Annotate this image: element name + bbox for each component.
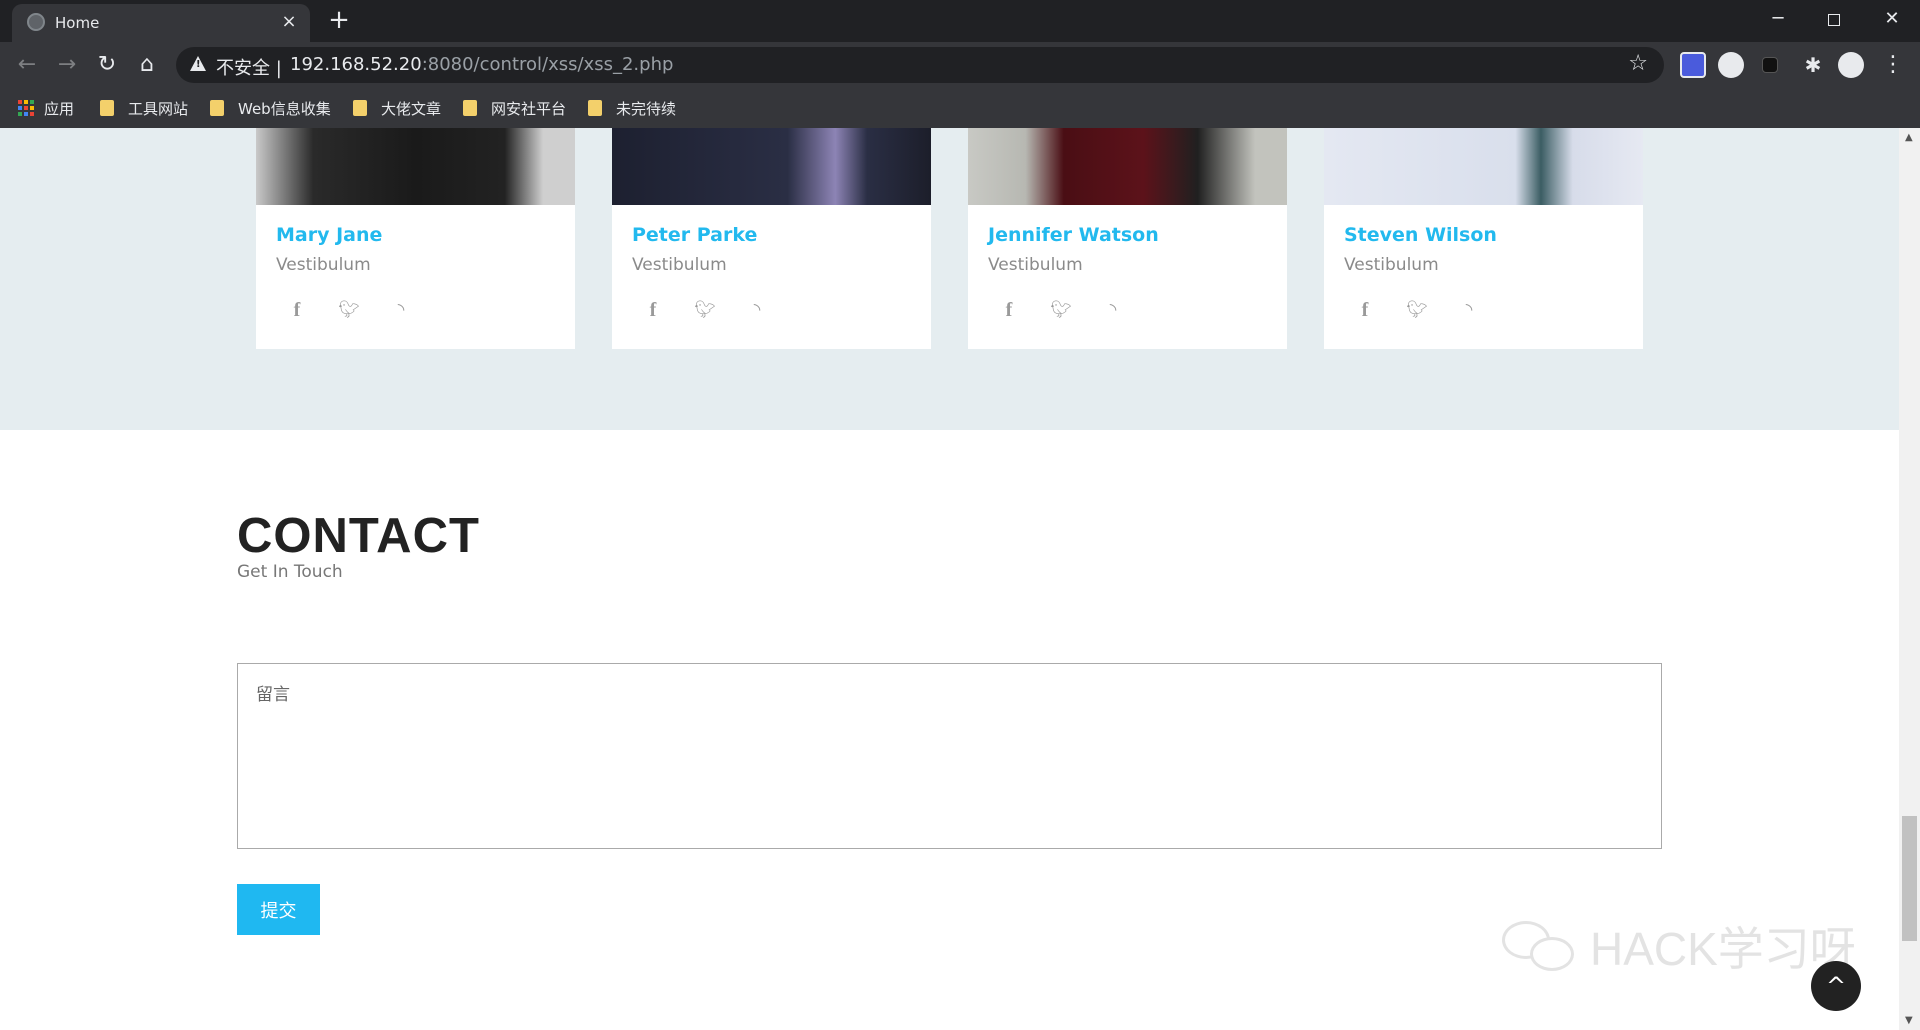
team-card: Peter Parke Vestibulum f 🐦︎ ◝ [612, 128, 931, 349]
member-name[interactable]: Steven Wilson [1344, 224, 1497, 246]
minimize-button[interactable]: ─ [1758, 4, 1798, 34]
facebook-icon[interactable]: f [996, 298, 1022, 322]
rss-icon[interactable]: ◝ [1100, 298, 1126, 322]
member-role: Vestibulum [988, 255, 1083, 275]
member-role: Vestibulum [276, 255, 371, 275]
url-path: :8080/control/xss/xss_2.php [421, 54, 674, 75]
globe-icon [27, 13, 45, 31]
bookmark-label: 未完待续 [616, 99, 677, 118]
twitter-icon[interactable]: 🐦︎ [692, 298, 718, 322]
team-section: Mary Jane Vestibulum f 🐦︎ ◝ Peter Parke … [0, 128, 1899, 430]
scroll-down-icon[interactable]: ▼ [1905, 1015, 1913, 1026]
twitter-icon[interactable]: 🐦︎ [1404, 298, 1430, 322]
twitter-icon[interactable]: 🐦︎ [1048, 298, 1074, 322]
tab-strip: Home × + ─ ✕ [0, 0, 1920, 42]
bookmark-label: 应用 [44, 99, 75, 118]
bookmark-folder[interactable]: 网安社平台 [463, 96, 566, 120]
back-button[interactable]: ← [12, 50, 42, 80]
team-card: Steven Wilson Vestibulum f 🐦︎ ◝ [1324, 128, 1643, 349]
contact-subtitle: Get In Touch [237, 562, 343, 582]
member-photo [256, 128, 575, 205]
bookmark-star-icon[interactable]: ☆ [1628, 51, 1648, 76]
browser-chrome: Home × + ─ ✕ ← → ↻ ⌂ 不安全 | 192.168.52.20… [0, 0, 1920, 128]
restore-button[interactable] [1814, 4, 1854, 34]
bookmark-label: 网安社平台 [491, 99, 567, 118]
profile-avatar-icon[interactable] [1838, 52, 1864, 78]
bookmark-label: 工具网站 [128, 99, 189, 118]
bookmarks-bar: 应用 工具网站 Web信息收集 大佬文章 网安社平台 未完待续 [0, 92, 1920, 124]
close-tab-icon[interactable]: × [278, 11, 300, 33]
submit-button[interactable]: 提交 [237, 884, 320, 935]
watermark: HACK学习呀 [1500, 916, 1856, 976]
bookmark-folder[interactable]: Web信息收集 [210, 96, 331, 120]
tab-home[interactable]: Home × [12, 4, 310, 42]
extension-icon[interactable] [1680, 52, 1706, 78]
bookmark-label: 大佬文章 [381, 99, 442, 118]
member-photo [968, 128, 1287, 205]
contact-title: CONTACT [237, 509, 480, 563]
page-viewport: Mary Jane Vestibulum f 🐦︎ ◝ Peter Parke … [0, 128, 1899, 1030]
apps-grid-icon [18, 100, 34, 116]
bookmark-label: Web信息收集 [238, 99, 331, 118]
member-name[interactable]: Peter Parke [632, 224, 757, 246]
facebook-icon[interactable]: f [640, 298, 666, 322]
new-tab-button[interactable]: + [324, 6, 354, 36]
member-name[interactable]: Mary Jane [276, 224, 382, 246]
toolbar: ← → ↻ ⌂ 不安全 | 192.168.52.20:8080/control… [0, 42, 1920, 88]
scroll-up-icon[interactable]: ▲ [1905, 132, 1913, 143]
message-textarea[interactable] [237, 663, 1662, 849]
member-role: Vestibulum [1344, 255, 1439, 275]
reload-button[interactable]: ↻ [92, 50, 122, 80]
warning-icon [190, 56, 206, 71]
puzzle-icon[interactable]: ✱ [1800, 52, 1826, 78]
forward-button[interactable]: → [52, 50, 82, 80]
member-name[interactable]: Jennifer Watson [988, 224, 1159, 246]
folder-icon [100, 100, 114, 116]
twitter-icon[interactable]: 🐦︎ [336, 298, 362, 322]
team-card: Mary Jane Vestibulum f 🐦︎ ◝ [256, 128, 575, 349]
home-button[interactable]: ⌂ [132, 50, 162, 80]
bookmark-folder[interactable]: 未完待续 [588, 96, 676, 120]
url-text[interactable]: 192.168.52.20:8080/control/xss/xss_2.php [290, 54, 673, 75]
member-role: Vestibulum [632, 255, 727, 275]
bookmark-apps[interactable]: 应用 [18, 96, 74, 120]
tab-title: Home [55, 14, 100, 32]
address-bar[interactable]: 不安全 | 192.168.52.20:8080/control/xss/xss… [176, 47, 1664, 83]
rss-icon[interactable]: ◝ [744, 298, 770, 322]
scrollbar-thumb[interactable] [1902, 816, 1917, 941]
back-to-top-button[interactable]: ^ [1811, 961, 1861, 1011]
facebook-icon[interactable]: f [284, 298, 310, 322]
team-card: Jennifer Watson Vestibulum f 🐦︎ ◝ [968, 128, 1287, 349]
folder-icon [588, 100, 602, 116]
bookmark-folder[interactable]: 工具网站 [100, 96, 188, 120]
close-window-button[interactable]: ✕ [1872, 4, 1912, 34]
folder-icon [210, 100, 224, 116]
extension-icon[interactable] [1718, 52, 1744, 78]
member-photo [1324, 128, 1643, 205]
rss-icon[interactable]: ◝ [388, 298, 414, 322]
url-host: 192.168.52.20 [290, 54, 422, 75]
extension-icon[interactable] [1762, 57, 1778, 73]
rss-icon[interactable]: ◝ [1456, 298, 1482, 322]
security-label: 不安全 | [216, 58, 282, 79]
facebook-icon[interactable]: f [1352, 298, 1378, 322]
folder-icon [353, 100, 367, 116]
member-photo [612, 128, 931, 205]
restore-icon [1828, 14, 1840, 26]
menu-dots-icon[interactable]: ⋮ [1880, 52, 1906, 78]
vertical-scrollbar[interactable]: ▲ ▼ [1899, 128, 1920, 1030]
bookmark-folder[interactable]: 大佬文章 [353, 96, 441, 120]
folder-icon [463, 100, 477, 116]
wechat-icon [1500, 917, 1580, 975]
